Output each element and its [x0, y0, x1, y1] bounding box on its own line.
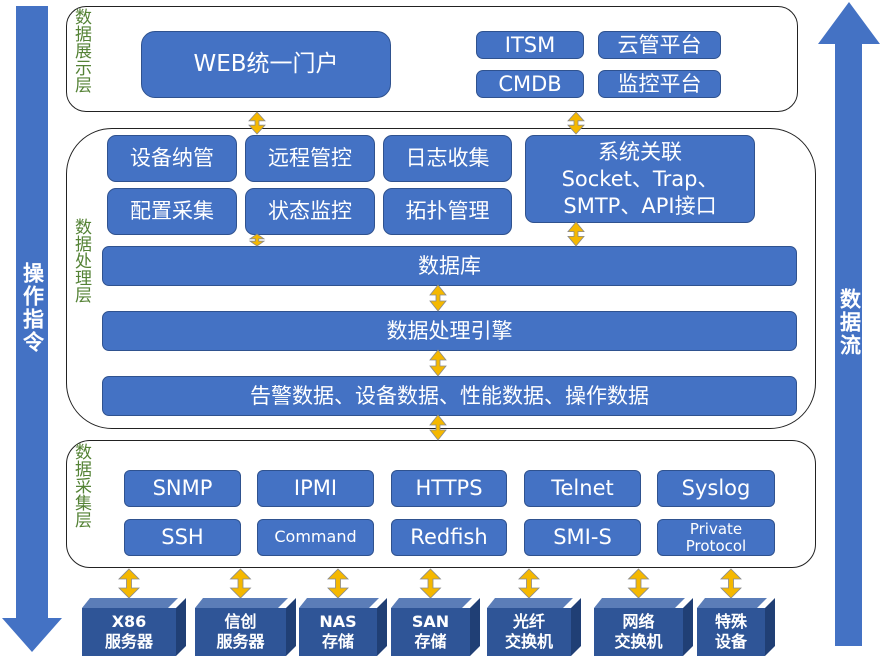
device-name: 网络	[622, 612, 655, 631]
protocol-https: HTTPS	[391, 470, 507, 507]
double-arrow-icon	[518, 568, 540, 599]
protocol-ipmi: IPMI	[257, 470, 374, 507]
protocol-redfish: Redfish	[391, 519, 507, 556]
system-association-line: SMTP、API接口	[563, 193, 717, 218]
protocol-ssh: SSH	[124, 519, 241, 556]
device-type: 服务器	[104, 632, 153, 651]
device-type: 交换机	[504, 632, 553, 651]
topology-management-box: 拓扑管理	[383, 188, 512, 235]
config-collection-box: 配置采集	[107, 188, 237, 235]
status-monitor-box: 状态监控	[245, 188, 375, 235]
device-name: 光纤	[512, 612, 545, 631]
display-layer-label: 数据展示层	[71, 8, 91, 93]
device-3: SAN 存储	[391, 598, 480, 656]
protocol-syslog: Syslog	[657, 470, 775, 507]
system-association-title: 系统关联	[598, 139, 682, 164]
data-flow-label: 数据流	[837, 288, 862, 357]
protocol-smi-s: SMI-S	[524, 519, 641, 556]
device-5: 网络 交换机	[594, 598, 693, 656]
double-arrow-icon	[419, 568, 442, 599]
protocol-private: Private Protocol	[657, 519, 775, 556]
device-1: 信创 服务器	[195, 598, 296, 656]
system-association-box: 系统关联 Socket、Trap、 SMTP、API接口	[525, 135, 755, 223]
system-association-line: Socket、Trap、	[561, 166, 719, 191]
processing-engine-box: 数据处理引擎	[102, 311, 797, 351]
device-type: 存储	[321, 632, 354, 651]
device-type: 服务器	[216, 632, 265, 651]
device-type: 存储	[414, 632, 447, 651]
cmdb-box: CMDB	[476, 70, 584, 98]
device-0: X86 服务器	[82, 598, 186, 656]
double-arrow-icon	[627, 568, 650, 599]
protocol-command: Command	[257, 519, 374, 556]
remote-control-box: 远程管控	[245, 135, 375, 182]
web-portal-box: WEB统一门户	[141, 31, 391, 98]
log-collection-box: 日志收集	[383, 135, 512, 182]
device-name: 信创	[224, 612, 257, 631]
double-arrow-icon	[720, 568, 742, 599]
processing-layer-label: 数据处理层	[71, 218, 91, 303]
device-4: 光纤 交换机	[487, 598, 581, 656]
double-arrow-icon	[229, 568, 252, 599]
device-2: NAS 存储	[299, 598, 387, 656]
double-arrow-icon	[118, 568, 140, 599]
cloud-platform-box: 云管平台	[598, 31, 721, 59]
operation-command-label: 操作指令	[20, 262, 45, 354]
protocol-snmp: SNMP	[124, 470, 241, 507]
device-management-box: 设备纳管	[107, 135, 237, 182]
data-types-box: 告警数据、设备数据、性能数据、操作数据	[102, 376, 797, 416]
device-name: X86	[111, 612, 147, 631]
device-name: 特殊	[714, 612, 747, 631]
device-type: 设备	[714, 632, 747, 651]
device-name: SAN	[411, 612, 450, 631]
protocol-telnet: Telnet	[524, 470, 641, 507]
device-type: 交换机	[614, 632, 663, 651]
double-arrow-icon	[327, 568, 349, 599]
itsm-box: ITSM	[476, 31, 584, 59]
device-6: 特殊 设备	[697, 598, 775, 656]
monitor-platform-box: 监控平台	[598, 70, 721, 98]
collection-layer-label: 数据采集层	[71, 443, 91, 528]
device-name: NAS	[319, 612, 357, 631]
database-box: 数据库	[102, 246, 797, 286]
